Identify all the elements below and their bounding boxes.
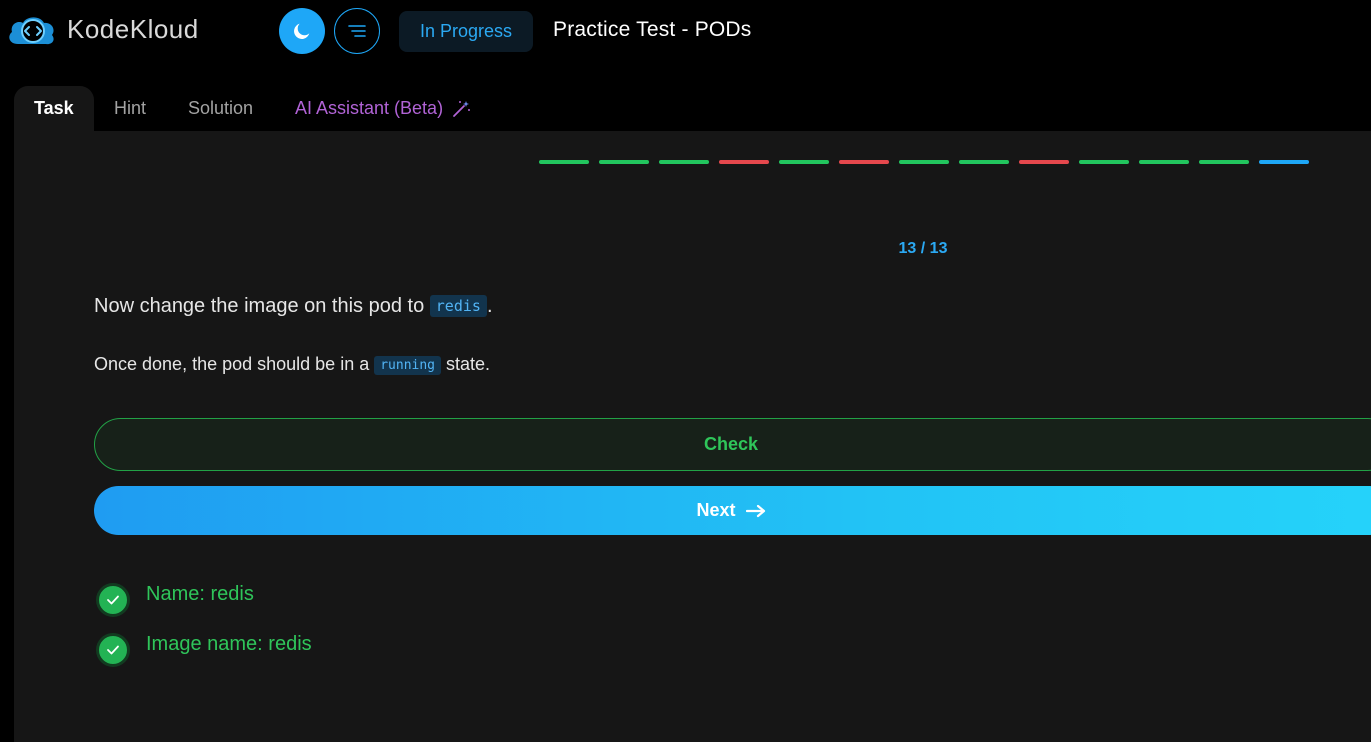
question-prefix: Now change the image on this pod to — [94, 295, 430, 317]
progress-segment[interactable] — [659, 160, 709, 164]
tab-hint[interactable]: Hint — [114, 86, 146, 131]
tab-task-label: Task — [34, 98, 74, 118]
progress-segment[interactable] — [599, 160, 649, 164]
magic-wand-icon — [453, 100, 471, 117]
progress-segment[interactable] — [539, 160, 589, 164]
tab-solution-label: Solution — [188, 98, 254, 118]
check-circle-icon — [96, 633, 130, 667]
menu-lines-icon — [348, 25, 366, 37]
tab-solution[interactable]: Solution — [188, 86, 253, 131]
subtext-suffix: state. — [441, 354, 491, 374]
progress-segment[interactable] — [959, 160, 1009, 164]
tab-ai-assistant-label: AI Assistant (Beta) — [295, 98, 444, 118]
subtext-prefix: Once done, the pod should be in a — [94, 354, 375, 374]
kodekloud-logo-icon[interactable] — [6, 14, 58, 48]
brand-name: KodeKloud — [67, 14, 199, 44]
inline-code-image: redis — [429, 295, 487, 317]
check-button-label: Check — [703, 434, 759, 454]
moon-icon — [294, 23, 310, 39]
progress-segment[interactable] — [1259, 160, 1309, 164]
progress-segment[interactable] — [719, 160, 769, 164]
question-counter: 13 / 13 — [898, 240, 948, 257]
tab-task[interactable]: Task — [14, 86, 94, 131]
next-button-label: Next — [696, 500, 736, 520]
result-text: Name: redis — [146, 582, 254, 605]
status-badge: In Progress — [399, 11, 533, 52]
check-circle-icon — [96, 583, 130, 617]
theme-toggle-button[interactable] — [279, 8, 325, 54]
question-progress — [539, 160, 1319, 164]
check-button[interactable]: Check — [94, 418, 1371, 471]
progress-segment[interactable] — [1139, 160, 1189, 164]
top-header: KodeKloud In Progress Practice Test - PO… — [0, 0, 1371, 64]
result-text: Image name: redis — [146, 632, 312, 655]
result-item: Image name: redis — [96, 633, 312, 667]
question-text: Now change the image on this pod to redi… — [94, 292, 493, 320]
progress-segment[interactable] — [899, 160, 949, 164]
tab-bar: Task Hint Solution AI Assistant (Beta) — [14, 86, 1371, 131]
question-subtext: Once done, the pod should be in a runnin… — [94, 351, 490, 379]
progress-segment[interactable] — [1079, 160, 1129, 164]
progress-segment[interactable] — [839, 160, 889, 164]
tab-ai-assistant[interactable]: AI Assistant (Beta) — [295, 86, 471, 131]
tab-hint-label: Hint — [114, 98, 147, 118]
progress-segment[interactable] — [1019, 160, 1069, 164]
next-button[interactable]: Next — [94, 486, 1371, 535]
progress-segment[interactable] — [779, 160, 829, 164]
question-suffix: . — [486, 295, 493, 317]
arrow-right-icon — [745, 504, 765, 517]
result-item: Name: redis — [96, 583, 254, 617]
inline-code-state: running — [374, 356, 442, 375]
menu-button[interactable] — [334, 8, 380, 54]
progress-segment[interactable] — [1199, 160, 1249, 164]
page-title: Practice Test - PODs — [553, 18, 752, 41]
